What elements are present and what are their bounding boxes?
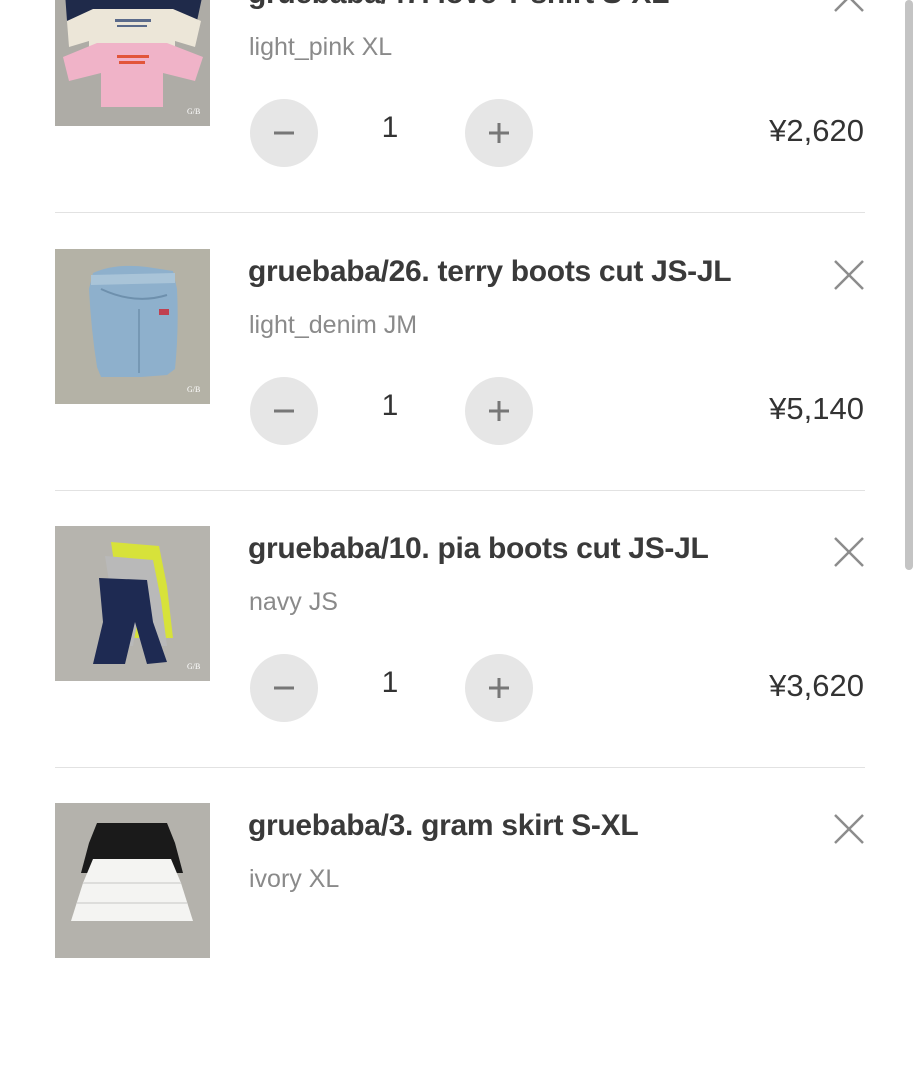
item-price: ¥2,620 xyxy=(769,113,864,148)
cart-item: gruebaba/3. gram skirt S-XL ivory XL xyxy=(0,803,920,1080)
remove-item-button[interactable] xyxy=(829,532,869,572)
scrollbar-thumb[interactable] xyxy=(905,0,913,570)
image-tag: G/B xyxy=(187,385,200,394)
plus-icon xyxy=(489,123,509,143)
image-tag: G/B xyxy=(187,107,200,116)
plus-icon xyxy=(489,401,509,421)
decrease-quantity-button[interactable] xyxy=(250,377,318,445)
decrease-quantity-button[interactable] xyxy=(250,654,318,722)
quantity-value: 1 xyxy=(381,389,399,422)
cart-item: G/B gruebaba/10. pia boots cut JS-JL nav… xyxy=(0,526,920,803)
minus-icon xyxy=(274,686,294,690)
item-price: ¥3,620 xyxy=(769,668,864,703)
product-thumbnail[interactable] xyxy=(55,803,210,958)
product-photo xyxy=(55,803,210,958)
remove-item-button[interactable] xyxy=(829,0,869,17)
plus-icon xyxy=(489,678,509,698)
product-title[interactable]: gruebaba/3. gram skirt S-XL xyxy=(248,809,639,843)
product-thumbnail[interactable]: G/B xyxy=(55,249,210,404)
increase-quantity-button[interactable] xyxy=(465,99,533,167)
item-price: ¥5,140 xyxy=(769,391,864,426)
cart-item: G/B gruebaba/26. terry boots cut JS-JL l… xyxy=(0,249,920,526)
quantity-value: 1 xyxy=(381,666,399,699)
product-photo: G/B xyxy=(55,249,210,404)
cart-item: G/B gruebaba/47. love T-shirt S-XL light… xyxy=(0,0,920,248)
product-variant: navy JS xyxy=(249,588,338,616)
minus-icon xyxy=(274,131,294,135)
decrease-quantity-button[interactable] xyxy=(250,99,318,167)
increase-quantity-button[interactable] xyxy=(465,377,533,445)
item-divider xyxy=(55,767,865,768)
close-icon xyxy=(834,0,864,12)
product-thumbnail[interactable]: G/B xyxy=(55,526,210,681)
product-thumbnail[interactable]: G/B xyxy=(55,0,210,126)
cart-list: G/B gruebaba/47. love T-shirt S-XL light… xyxy=(0,0,920,958)
minus-icon xyxy=(274,409,294,413)
product-title[interactable]: gruebaba/47. love T-shirt S-XL xyxy=(248,0,669,11)
close-icon xyxy=(834,814,864,844)
product-photo: G/B xyxy=(55,0,210,126)
product-photo: G/B xyxy=(55,526,210,681)
product-variant: ivory XL xyxy=(249,865,340,893)
remove-item-button[interactable] xyxy=(829,255,869,295)
close-icon xyxy=(834,537,864,567)
item-divider xyxy=(55,212,865,213)
increase-quantity-button[interactable] xyxy=(465,654,533,722)
product-title[interactable]: gruebaba/26. terry boots cut JS-JL xyxy=(248,255,732,289)
image-tag: G/B xyxy=(187,662,200,671)
product-title[interactable]: gruebaba/10. pia boots cut JS-JL xyxy=(248,532,709,566)
quantity-value: 1 xyxy=(381,111,399,144)
remove-item-button[interactable] xyxy=(829,809,869,849)
close-icon xyxy=(834,260,864,290)
product-variant: light_pink XL xyxy=(249,33,393,61)
product-variant: light_denim JM xyxy=(249,311,418,339)
item-divider xyxy=(55,490,865,491)
